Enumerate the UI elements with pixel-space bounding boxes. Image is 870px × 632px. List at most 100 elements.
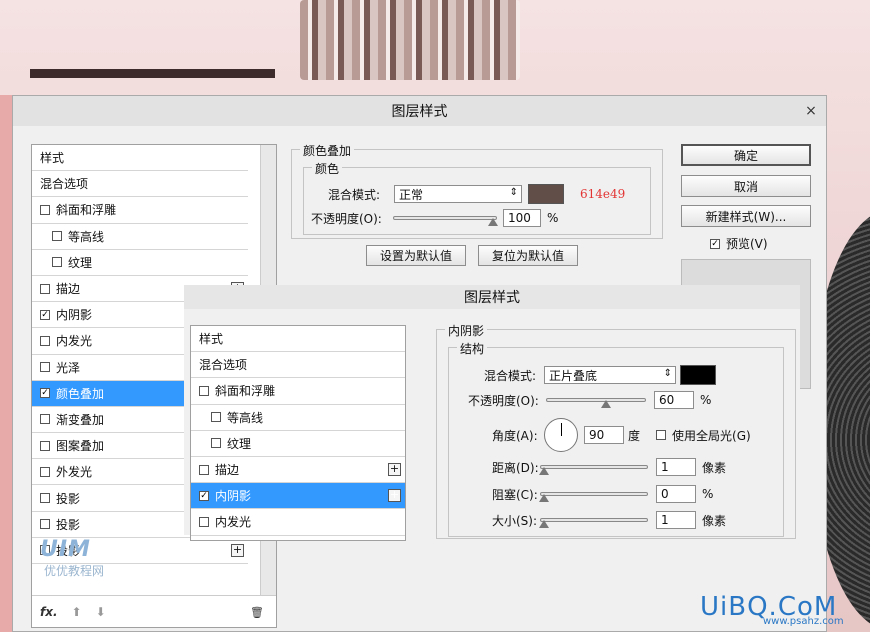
style-item-label: 光泽 (56, 360, 81, 375)
size-label: 大小(S): (492, 513, 538, 528)
checkbox[interactable] (199, 385, 209, 396)
style-item[interactable]: ✓ 内阴影 + (191, 483, 405, 510)
style-item[interactable]: 斜面和浮雕 (32, 197, 248, 224)
style-item-label: 等高线 (68, 229, 105, 244)
checked-checkbox[interactable]: ✓ (40, 388, 50, 399)
is-opacity-slider[interactable] (546, 398, 646, 408)
choke-row: 阻塞(C): 0 % (492, 485, 713, 503)
is-blend-select[interactable]: 正片叠底 ⇕ (544, 366, 676, 384)
is-blend-row: 混合模式: 正片叠底 ⇕ (484, 365, 716, 385)
checkbox[interactable] (199, 464, 209, 475)
style-item[interactable]: 等高线 (32, 224, 248, 250)
trash-icon[interactable]: 🗑 (250, 606, 264, 619)
size-slider[interactable] (539, 518, 648, 528)
camera-dial (300, 0, 520, 80)
style-item[interactable]: 描边 + (191, 457, 405, 484)
move-down-icon[interactable]: ⬇ (96, 605, 106, 619)
add-effect-icon[interactable]: + (388, 489, 401, 503)
slider-thumb-icon[interactable] (488, 218, 498, 226)
style-item[interactable]: 样式 (191, 326, 405, 353)
checkbox[interactable] (40, 283, 50, 294)
style-item-label: 斜面和浮雕 (56, 203, 117, 218)
slider-thumb-icon[interactable] (539, 494, 549, 502)
preview-row[interactable]: ✓ 预览(V) (710, 235, 768, 252)
distance-input[interactable]: 1 (656, 458, 696, 476)
watermark-subtitle: 优优教程网 (44, 564, 105, 578)
dialog-titlebar: 图层样式 × (13, 96, 826, 126)
opacity-slider[interactable] (393, 216, 498, 226)
checkbox[interactable] (199, 516, 209, 527)
choke-slider[interactable] (539, 492, 648, 502)
checkbox[interactable] (52, 231, 62, 242)
style-item[interactable]: 混合选项 (32, 171, 248, 198)
new-style-label: 新建样式(W)... (705, 209, 787, 224)
opacity-input[interactable]: 100 (503, 209, 541, 227)
is-opacity-input[interactable]: 60 (654, 391, 694, 409)
watermark-logo: UIM (40, 537, 91, 562)
checkbox[interactable] (40, 204, 50, 215)
add-effect-icon[interactable]: + (388, 462, 401, 476)
opacity-unit: % (547, 211, 559, 225)
distance-value: 1 (661, 460, 669, 474)
style-item-label: 内阴影 (215, 489, 252, 504)
style-item[interactable]: 等高线 (191, 405, 405, 431)
opacity-value: 100 (508, 211, 531, 225)
distance-slider[interactable] (539, 465, 648, 475)
style-item[interactable]: 斜面和浮雕 (191, 378, 405, 405)
preview-label: 预览(V) (726, 237, 768, 251)
close-icon[interactable]: × (802, 102, 820, 120)
checkbox[interactable] (40, 414, 50, 425)
overlay-color-swatch[interactable] (528, 184, 564, 204)
fx-icon[interactable]: fx. (40, 605, 58, 619)
reset-default-label: 复位为默认值 (491, 249, 564, 263)
style-item[interactable]: 样式 (32, 145, 248, 172)
global-light-checkbox[interactable] (656, 430, 667, 440)
choke-unit: % (702, 487, 714, 501)
style-item[interactable]: 纹理 (191, 431, 405, 457)
size-value: 1 (661, 513, 669, 527)
hex-annotation: 614e49 (580, 187, 626, 201)
style-item-label: 内阴影 (56, 308, 93, 323)
inner-shadow-dialog: 图层样式 样式 混合选项 斜面和浮雕 等高线 纹理 描边 + ✓ 内阴影 + 内发光 内阴影 结构 … (184, 285, 800, 541)
slider-thumb-icon[interactable] (539, 467, 549, 475)
checkbox[interactable] (40, 440, 50, 451)
style-item[interactable]: 纹理 (32, 250, 248, 276)
checkbox[interactable] (40, 466, 50, 477)
ok-button[interactable]: 确定 (681, 144, 811, 166)
is-opacity-value: 60 (659, 393, 675, 407)
checked-checkbox[interactable]: ✓ (199, 490, 209, 501)
blend-mode-select[interactable]: 正常 ⇕ (394, 185, 522, 203)
new-style-button[interactable]: 新建样式(W)... (681, 205, 811, 227)
slider-thumb-icon[interactable] (539, 520, 549, 528)
checkbox[interactable] (211, 438, 221, 449)
style-item-label: 外发光 (56, 465, 93, 480)
checkbox[interactable] (211, 412, 221, 423)
angle-dial-icon[interactable] (544, 418, 578, 452)
preview-checkbox[interactable]: ✓ (710, 238, 720, 249)
checkbox[interactable] (40, 335, 50, 346)
cancel-button[interactable]: 取消 (681, 175, 811, 197)
checkbox[interactable] (52, 257, 62, 268)
checked-checkbox[interactable]: ✓ (40, 309, 50, 320)
move-up-icon[interactable]: ⬆ (72, 605, 82, 619)
style-item[interactable]: 混合选项 (191, 352, 405, 379)
checkbox[interactable] (40, 493, 50, 504)
set-default-button[interactable]: 设置为默认值 (366, 245, 466, 266)
shadow-color-swatch[interactable] (680, 365, 716, 385)
checkbox[interactable] (40, 362, 50, 373)
is-blend-value: 正片叠底 (549, 368, 598, 383)
is-opacity-row: 不透明度(O): 60 % (468, 391, 711, 409)
slider-thumb-icon[interactable] (601, 400, 611, 408)
add-effect-icon[interactable]: + (231, 543, 244, 557)
style-item[interactable]: 内发光 (191, 509, 405, 536)
size-input[interactable]: 1 (656, 511, 696, 529)
checkbox[interactable] (40, 519, 50, 530)
reset-default-button[interactable]: 复位为默认值 (478, 245, 578, 266)
style-item-label: 纹理 (227, 436, 252, 451)
style-item-label: 样式 (40, 151, 65, 166)
opacity-row: 不透明度(O): 100 % (311, 209, 558, 227)
choke-input[interactable]: 0 (656, 485, 696, 503)
style-item-label: 投影 (56, 491, 81, 506)
angle-input[interactable]: 90 (584, 426, 624, 444)
styles-footer: fx. ⬆ ⬇ 🗑 (32, 595, 276, 628)
